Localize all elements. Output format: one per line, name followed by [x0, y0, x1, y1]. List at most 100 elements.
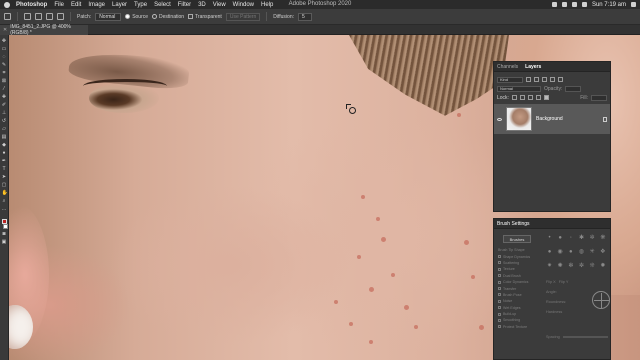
status-icon[interactable]: [561, 2, 567, 7]
pen-tool-icon[interactable]: ✒: [2, 159, 7, 164]
intersect-selection-icon[interactable]: [57, 13, 64, 20]
clock[interactable]: Sun 7:19 am: [592, 2, 626, 8]
document-tab[interactable]: ✕ IMG_8451_2.JPG @ 400% (RGB/8) *: [0, 24, 88, 36]
battery-icon[interactable]: [581, 2, 587, 7]
marquee-tool-icon[interactable]: ▭: [2, 47, 7, 52]
screen-mode-icon[interactable]: ▣: [2, 240, 7, 245]
brush-tip-icon[interactable]: ●: [546, 249, 553, 256]
move-tool-icon[interactable]: ✥: [2, 39, 7, 44]
menu-app-name[interactable]: Photoshop: [16, 2, 47, 8]
menu-view[interactable]: View: [213, 2, 226, 8]
menu-image[interactable]: Image: [88, 2, 105, 8]
lock-all-icon[interactable]: [543, 95, 549, 100]
spacing-slider[interactable]: [562, 336, 608, 338]
brush-tip-icon[interactable]: ❊: [589, 263, 596, 270]
lock-pixels-icon[interactable]: [511, 95, 517, 100]
pixel-filter-icon[interactable]: [526, 77, 531, 82]
diffusion-input[interactable]: 5: [298, 12, 312, 21]
transparent-option[interactable]: Transparent: [188, 14, 222, 20]
brush-tip-icon[interactable]: ◦: [567, 235, 574, 242]
brushes-button[interactable]: Brushes: [503, 235, 531, 243]
brush-tip-icon[interactable]: ●: [567, 249, 574, 256]
close-icon[interactable]: ✕: [3, 27, 7, 33]
brush-tip-icon[interactable]: ◍: [578, 249, 585, 256]
eyedropper-tool-icon[interactable]: ⁄: [2, 87, 7, 92]
source-option[interactable]: Source: [125, 14, 148, 20]
lock-paint-icon[interactable]: [519, 95, 525, 100]
dodge-tool-icon[interactable]: ●: [2, 151, 7, 156]
brush-tip-icon[interactable]: ✱: [578, 235, 585, 242]
menu-file[interactable]: File: [54, 2, 64, 8]
blend-mode-select[interactable]: Normal: [497, 85, 541, 92]
flip-x-checkbox[interactable]: Flip X: [546, 280, 556, 284]
use-pattern-button[interactable]: Use Pattern: [225, 12, 261, 21]
layer-name[interactable]: Background: [536, 116, 563, 122]
subtract-selection-icon[interactable]: [46, 13, 53, 20]
eraser-tool-icon[interactable]: ▱: [2, 127, 7, 132]
angle-roundness-widget[interactable]: [592, 291, 610, 309]
new-selection-icon[interactable]: [24, 13, 31, 20]
shape-filter-icon[interactable]: [550, 77, 555, 82]
brush-tip-icon[interactable]: ✺: [557, 263, 564, 270]
quick-select-tool-icon[interactable]: ✎: [2, 63, 7, 68]
lock-artboard-icon[interactable]: [535, 95, 541, 100]
quick-mask-icon[interactable]: ◙: [2, 232, 7, 237]
patch-tool-icon[interactable]: [4, 13, 11, 20]
search-icon[interactable]: [631, 2, 636, 7]
destination-option[interactable]: Destination: [152, 14, 184, 20]
add-selection-icon[interactable]: [35, 13, 42, 20]
status-icon[interactable]: [551, 2, 557, 7]
brush-panel-title[interactable]: Brush Settings: [497, 221, 530, 227]
history-brush-tool-icon[interactable]: ↺: [2, 119, 7, 124]
brush-tip-icon[interactable]: ●: [557, 235, 564, 242]
fill-input[interactable]: [591, 94, 607, 101]
menu-help[interactable]: Help: [261, 2, 273, 8]
more-tools-icon[interactable]: …: [2, 207, 7, 212]
brush-tip-icon[interactable]: ◉: [557, 249, 564, 256]
brush-tip-icon[interactable]: ❖: [599, 249, 606, 256]
path-select-tool-icon[interactable]: ➤: [2, 175, 7, 180]
background-color-swatch[interactable]: [3, 224, 8, 229]
patch-mode-select[interactable]: Normal: [95, 12, 122, 21]
brush-tip-icon[interactable]: ✹: [599, 263, 606, 270]
wifi-icon[interactable]: [571, 2, 577, 7]
frame-tool-icon[interactable]: ⊠: [2, 79, 7, 84]
clone-stamp-tool-icon[interactable]: ⊥: [2, 111, 7, 116]
crop-tool-icon[interactable]: ⌗: [2, 71, 7, 76]
flip-y-checkbox[interactable]: Flip Y: [559, 280, 569, 284]
menu-3d[interactable]: 3D: [198, 2, 206, 8]
healing-brush-tool-icon[interactable]: ✚: [2, 95, 7, 100]
brush-tip-icon[interactable]: ✻: [567, 263, 574, 270]
adjustment-filter-icon[interactable]: [534, 77, 539, 82]
tab-layers[interactable]: Layers: [525, 64, 541, 70]
brush-tip-icon[interactable]: ❋: [599, 235, 606, 242]
hand-tool-icon[interactable]: ✋: [2, 191, 8, 196]
menu-type[interactable]: Type: [134, 2, 147, 8]
brush-tip-icon[interactable]: ✼: [578, 263, 585, 270]
menu-edit[interactable]: Edit: [71, 2, 81, 8]
blur-tool-icon[interactable]: ◆: [2, 143, 7, 148]
gradient-tool-icon[interactable]: ▤: [2, 135, 7, 140]
menu-window[interactable]: Window: [233, 2, 254, 8]
zoom-tool-icon[interactable]: ⌕: [2, 199, 7, 204]
menu-layer[interactable]: Layer: [112, 2, 127, 8]
shape-tool-icon[interactable]: ▢: [2, 183, 7, 188]
brush-tool-icon[interactable]: ✐: [2, 103, 7, 108]
opacity-input[interactable]: [565, 85, 582, 92]
brush-tip-icon[interactable]: ✲: [589, 235, 596, 242]
brush-tip-icon[interactable]: ✳: [589, 249, 596, 256]
brush-tip-icon[interactable]: •: [546, 235, 553, 242]
apple-menu-icon[interactable]: [4, 1, 10, 8]
layer-row-background[interactable]: Background: [494, 104, 610, 134]
type-tool-icon[interactable]: T: [2, 167, 7, 172]
kind-filter-select[interactable]: Kind: [497, 76, 523, 83]
brush-tip-icon[interactable]: ✷: [546, 263, 553, 270]
type-filter-icon[interactable]: [542, 77, 547, 82]
lock-position-icon[interactable]: [527, 95, 533, 100]
visibility-eye-icon[interactable]: [497, 117, 502, 121]
menu-filter[interactable]: Filter: [178, 2, 191, 8]
tab-channels[interactable]: Channels: [497, 64, 518, 70]
menu-select[interactable]: Select: [154, 2, 171, 8]
smart-object-filter-icon[interactable]: [558, 77, 563, 82]
lasso-tool-icon[interactable]: ◌: [2, 55, 7, 60]
